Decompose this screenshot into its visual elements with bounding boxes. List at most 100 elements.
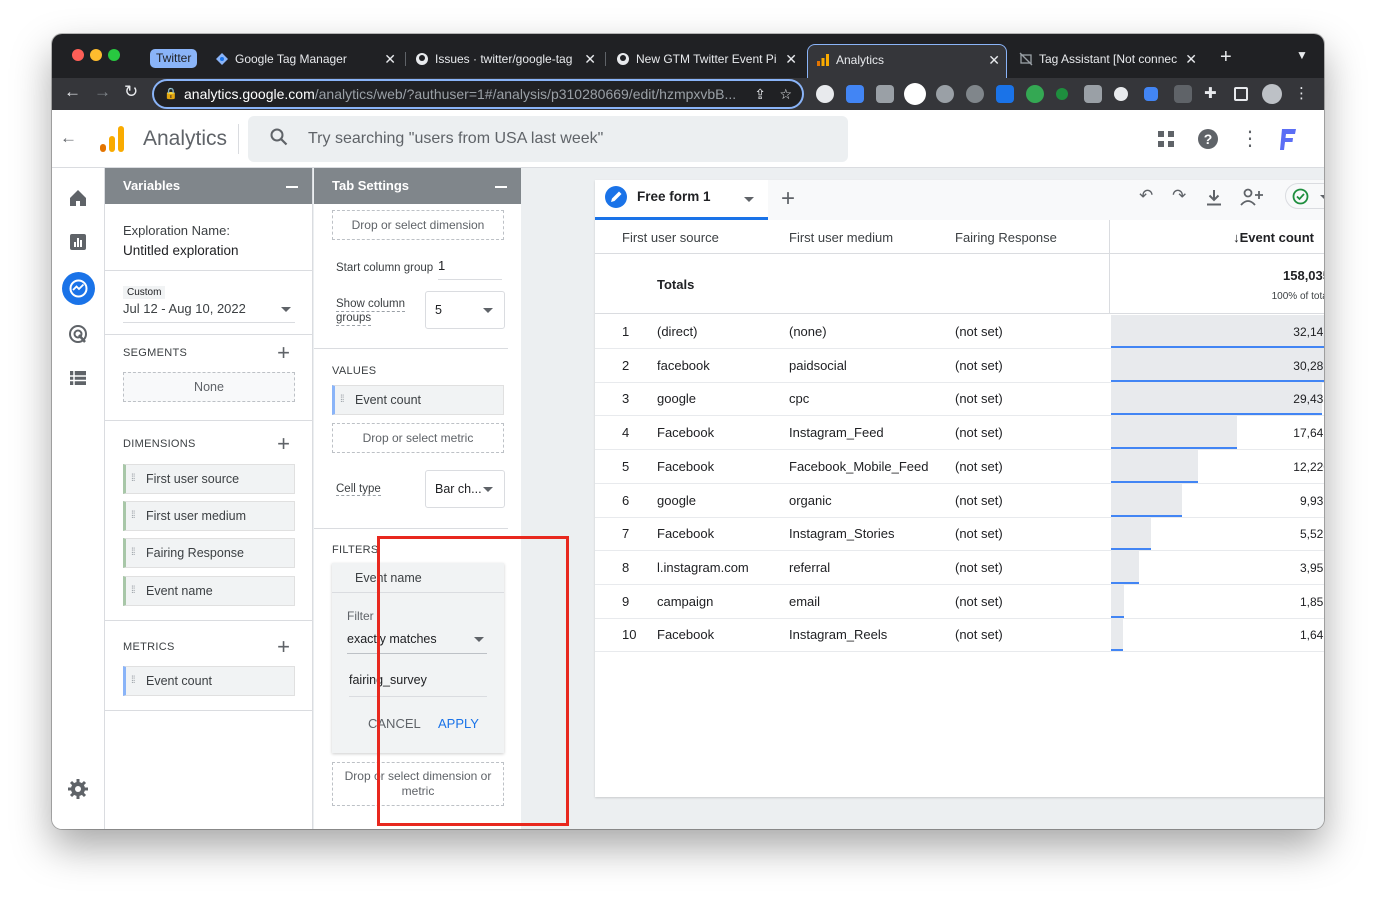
browser-tab-gtm[interactable]: Google Tag Manager ✕ xyxy=(207,44,402,78)
extension-icon[interactable] xyxy=(816,85,834,103)
edit-pencil-icon[interactable] xyxy=(605,186,627,208)
explore-icon[interactable] xyxy=(62,272,95,305)
cell-first-user-medium[interactable]: (none) xyxy=(789,324,827,339)
drag-handle-icon[interactable]: ⁞⁞ xyxy=(340,386,344,414)
dimension-chip-first-user-medium[interactable]: ⁞⁞ First user medium xyxy=(123,501,295,531)
cell-first-user-medium[interactable]: paidsocial xyxy=(789,358,847,373)
dimension-chip-event-name[interactable]: ⁞⁞ Event name xyxy=(123,576,295,606)
minimize-window-button[interactable] xyxy=(90,49,102,61)
extension-icon[interactable] xyxy=(1174,85,1192,103)
maximize-window-button[interactable] xyxy=(108,49,120,61)
cell-first-user-source[interactable]: google xyxy=(657,493,696,508)
chrome-menu-icon[interactable]: ⋮ xyxy=(1294,85,1312,103)
cell-first-user-medium[interactable]: organic xyxy=(789,493,832,508)
redo-icon[interactable]: ↷ xyxy=(1172,186,1186,206)
metric-chip-event-count[interactable]: ⁞⁞ Event count xyxy=(123,666,295,696)
cell-fairing-response[interactable]: (not set) xyxy=(955,526,1003,541)
extension-icon[interactable] xyxy=(936,85,954,103)
extension-icon[interactable] xyxy=(1056,88,1068,100)
column-header-fairing-response[interactable]: Fairing Response xyxy=(955,230,1057,245)
browser-tab-issues[interactable]: Issues · twitter/google-tag ✕ xyxy=(407,44,602,78)
drop-dimension-columns[interactable]: Drop or select dimension xyxy=(332,210,504,240)
cell-first-user-source[interactable]: campaign xyxy=(657,594,713,609)
browser-tab-gtm-event[interactable]: New GTM Twitter Event Pi ✕ xyxy=(608,44,803,78)
cell-fairing-response[interactable]: (not set) xyxy=(955,391,1003,406)
extension-icon[interactable] xyxy=(1114,87,1128,101)
dimension-chip-first-user-source[interactable]: ⁞⁞ First user source xyxy=(123,464,295,494)
close-tab-icon[interactable]: ✕ xyxy=(785,44,797,74)
close-tab-icon[interactable]: ✕ xyxy=(1185,44,1197,74)
value-chip-event-count[interactable]: ⁞⁞ Event count xyxy=(332,385,504,415)
apps-grid-icon[interactable] xyxy=(1158,131,1174,147)
tab-dropdown-icon[interactable] xyxy=(744,197,754,202)
drag-handle-icon[interactable]: ⁞⁞ xyxy=(131,667,135,695)
column-header-first-user-source[interactable]: First user source xyxy=(622,230,719,245)
extension-icon[interactable] xyxy=(1144,87,1158,101)
add-tab-icon[interactable]: + xyxy=(781,185,795,213)
tab-group-label[interactable]: Twitter xyxy=(150,49,198,68)
cell-first-user-source[interactable]: google xyxy=(657,391,696,406)
cell-first-user-medium[interactable]: Facebook_Mobile_Feed xyxy=(789,459,928,474)
address-bar[interactable]: 🔒 analytics.google.com/analytics/web/?au… xyxy=(152,79,804,109)
extension-icon[interactable] xyxy=(1026,85,1044,103)
cell-type-select[interactable]: Bar ch... xyxy=(425,470,505,508)
cell-first-user-medium[interactable]: Instagram_Stories xyxy=(789,526,895,541)
settings-gear-icon[interactable] xyxy=(66,777,90,801)
drop-metric-values[interactable]: Drop or select metric xyxy=(332,423,504,453)
browser-tab-tag-assistant[interactable]: Tag Assistant [Not connec ✕ xyxy=(1011,44,1203,78)
exploration-name-input[interactable]: Untitled exploration xyxy=(123,243,239,258)
back-icon[interactable]: ← xyxy=(64,82,81,102)
close-tab-icon[interactable]: ✕ xyxy=(384,44,396,74)
extension-icon[interactable] xyxy=(1084,85,1102,103)
table-row[interactable]: 6 google organic (not set) 9,936 xyxy=(595,483,1324,518)
extension-icon[interactable] xyxy=(904,83,926,105)
browser-tab-analytics[interactable]: Analytics ✕ xyxy=(807,44,1007,78)
start-column-group-input[interactable]: 1 xyxy=(438,258,502,280)
account-logo-icon[interactable] xyxy=(1274,126,1300,152)
table-row[interactable]: 1 (direct) (none) (not set) 32,142 xyxy=(595,315,1324,349)
cell-first-user-source[interactable]: (direct) xyxy=(657,324,697,339)
configure-icon[interactable] xyxy=(66,366,90,390)
cell-first-user-medium[interactable]: Instagram_Reels xyxy=(789,627,887,642)
table-row[interactable]: 8 l.instagram.com referral (not set) 3,956 xyxy=(595,550,1324,585)
table-row[interactable]: 10 Facebook Instagram_Reels (not set) 1,643 xyxy=(595,618,1324,653)
cell-first-user-source[interactable]: Facebook xyxy=(657,526,714,541)
cell-first-user-source[interactable]: l.instagram.com xyxy=(657,560,749,575)
tab-free-form-1[interactable]: Free form 1 xyxy=(595,180,768,220)
drag-handle-icon[interactable]: ⁞⁞ xyxy=(131,502,135,530)
share-users-icon[interactable] xyxy=(1240,188,1264,206)
cell-first-user-medium[interactable]: cpc xyxy=(789,391,809,406)
table-row[interactable]: 3 google cpc (not set) 29,433 xyxy=(595,382,1324,417)
help-icon[interactable]: ? xyxy=(1197,128,1219,150)
cell-fairing-response[interactable]: (not set) xyxy=(955,459,1003,474)
bookmark-star-icon[interactable]: ☆ xyxy=(779,81,792,107)
show-column-groups-select[interactable]: 5 xyxy=(425,291,505,329)
cell-first-user-medium[interactable]: Instagram_Feed xyxy=(789,425,884,440)
table-row[interactable]: 2 facebook paidsocial (not set) 30,289 xyxy=(595,348,1324,383)
cell-fairing-response[interactable]: (not set) xyxy=(955,493,1003,508)
reports-icon[interactable] xyxy=(66,230,90,254)
back-arrow-icon[interactable]: ← xyxy=(60,128,77,148)
add-segment-icon[interactable]: + xyxy=(277,342,290,364)
more-vert-icon[interactable]: ⋮ xyxy=(1240,126,1260,151)
extension-icon[interactable] xyxy=(876,85,894,103)
table-row[interactable]: 5 Facebook Facebook_Mobile_Feed (not set) 12… xyxy=(595,449,1324,484)
cell-fairing-response[interactable]: (not set) xyxy=(955,358,1003,373)
new-tab-icon[interactable]: + xyxy=(1220,46,1232,69)
search-input[interactable]: Try searching "users from USA last week" xyxy=(248,116,848,162)
reload-icon[interactable]: ↻ xyxy=(124,82,138,102)
cell-first-user-source[interactable]: Facebook xyxy=(657,627,714,642)
profile-avatar[interactable] xyxy=(1262,84,1282,104)
collapse-tab-settings-icon[interactable] xyxy=(495,186,507,188)
cell-first-user-source[interactable]: Facebook xyxy=(657,459,714,474)
advertising-icon[interactable] xyxy=(66,322,90,346)
drag-handle-icon[interactable]: ⁞⁞ xyxy=(131,539,135,567)
cell-first-user-source[interactable]: facebook xyxy=(657,358,710,373)
add-dimension-icon[interactable]: + xyxy=(277,433,290,455)
drag-handle-icon[interactable]: ⁞⁞ xyxy=(131,465,135,493)
cell-fairing-response[interactable]: (not set) xyxy=(955,627,1003,642)
side-panel-icon[interactable] xyxy=(1234,87,1248,101)
share-icon[interactable]: ⇪ xyxy=(754,81,766,107)
table-row[interactable]: 9 campaign email (not set) 1,856 xyxy=(595,584,1324,619)
dimension-chip-fairing-response[interactable]: ⁞⁞ Fairing Response xyxy=(123,538,295,568)
